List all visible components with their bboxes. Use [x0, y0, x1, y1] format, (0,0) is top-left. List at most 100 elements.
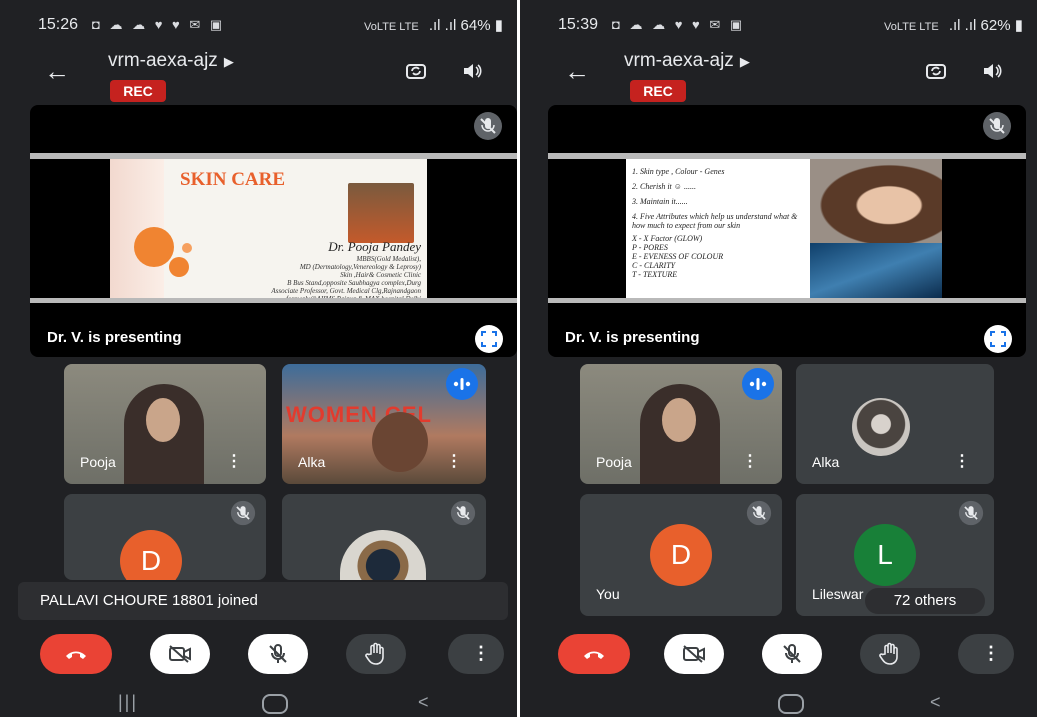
status-time: 15:39	[558, 16, 599, 33]
nav-back-icon[interactable]: <	[418, 692, 429, 713]
more-options-icon[interactable]: ⋮	[226, 454, 242, 470]
raise-hand-button[interactable]	[860, 634, 920, 674]
participant-tile[interactable]	[282, 494, 486, 580]
speaker-icon[interactable]	[461, 60, 483, 82]
caret-right-icon: ▶	[223, 54, 234, 69]
speaking-indicator	[446, 368, 478, 400]
presenter-photo	[348, 183, 414, 243]
notification-icons: ◘ ☁ ☁ ♥ ♥ ✉ ▣	[92, 17, 226, 32]
participant-tile[interactable]: Alka ⋮	[796, 364, 994, 484]
credential-line: Associate Professor, Govt. Medical Clg,R…	[271, 287, 421, 295]
recents-icon[interactable]: |||	[118, 692, 138, 713]
decor-dot-small	[182, 243, 192, 253]
bullet: P - PORES	[632, 243, 668, 252]
presentation-tile[interactable]: 1. Skin type , Colour - Genes 2. Cherish…	[548, 105, 1026, 357]
status-time: 15:26	[38, 16, 79, 33]
dna-photo	[810, 243, 942, 298]
meeting-code[interactable]: vrm-aexa-ajz ▶	[108, 50, 234, 72]
more-options-icon[interactable]: ⋮	[446, 454, 462, 470]
participant-face	[372, 412, 428, 472]
bullet: 1. Skin type , Colour - Genes	[632, 167, 725, 176]
raise-hand-button[interactable]	[346, 634, 406, 674]
notification-icons: ◘ ☁ ☁ ♥ ♥ ✉ ▣	[612, 17, 746, 32]
others-count-chip[interactable]: 72 others	[865, 588, 985, 614]
participant-tile[interactable]: D	[64, 494, 266, 580]
end-call-button[interactable]	[40, 634, 112, 674]
fullscreen-button[interactable]	[475, 325, 503, 353]
bullet: 3. Maintain it......	[632, 197, 688, 206]
more-options-button[interactable]: ⋮	[448, 634, 504, 674]
join-toast: PALLAVI CHOURE 18801 joined	[18, 582, 508, 620]
camera-toggle-button[interactable]	[664, 634, 724, 674]
participant-tile[interactable]: Pooja ⋮	[64, 364, 266, 484]
decor-dot-large	[134, 227, 174, 267]
status-right: VoLTE LTE .ıl .ıl 64% ▮	[364, 16, 503, 34]
shared-slide: SKIN CARE Dr. Pooja Pandey MBBS(Gold Med…	[30, 153, 517, 303]
android-nav-bar: ||| <	[0, 690, 517, 717]
more-options-icon[interactable]: ⋮	[954, 454, 970, 470]
toast-text: PALLAVI CHOURE 18801 joined	[40, 592, 258, 609]
back-arrow-icon[interactable]: ←	[564, 58, 590, 84]
hang-up-icon	[584, 651, 604, 659]
switch-camera-icon[interactable]	[405, 60, 427, 82]
avatar	[340, 530, 426, 580]
bullet: X - X Factor (GLOW)	[632, 234, 703, 243]
more-vert-icon: ⋮	[982, 643, 1000, 663]
participant-tile[interactable]: D You	[580, 494, 782, 616]
recording-badge: REC	[110, 80, 166, 102]
shared-slide: 1. Skin type , Colour - Genes 2. Cherish…	[548, 153, 1026, 303]
speaking-indicator	[742, 368, 774, 400]
participant-name: Alka	[812, 454, 840, 470]
slide-right-stripe	[942, 159, 1026, 298]
more-options-button[interactable]: ⋮	[958, 634, 1014, 674]
speaker-icon[interactable]	[981, 60, 1003, 82]
mic-toggle-button[interactable]	[762, 634, 822, 674]
slide-title: SKIN CARE	[180, 169, 286, 190]
mic-toggle-button[interactable]	[248, 634, 308, 674]
presenter-name: Dr. Pooja Pandey	[328, 239, 421, 254]
battery-icon: ▮	[494, 17, 503, 34]
battery-icon: ▮	[1014, 17, 1023, 34]
nav-back-icon[interactable]: <	[930, 692, 941, 713]
mic-muted-icon	[450, 500, 476, 526]
credential-line: B Bus Stand,opposite Saubhagya complex,D…	[287, 279, 421, 287]
left-screenshot: 15:26 ◘ ☁ ☁ ♥ ♥ ✉ ▣ VoLTE LTE .ıl .ıl 64…	[0, 0, 517, 717]
participant-name: Pooja	[596, 454, 632, 470]
signal-icon: .ıl .ıl	[948, 17, 977, 34]
home-icon[interactable]	[262, 694, 288, 714]
back-arrow-icon[interactable]: ←	[44, 58, 70, 84]
participant-tile[interactable]: WOMEN CEL Alka ⋮	[282, 364, 486, 484]
fullscreen-icon	[990, 331, 1006, 347]
camera-toggle-button[interactable]	[150, 634, 210, 674]
presentation-tile[interactable]: SKIN CARE Dr. Pooja Pandey MBBS(Gold Med…	[30, 105, 517, 357]
camera-off-icon	[683, 645, 705, 663]
presenting-label: Dr. V. is presenting	[565, 329, 700, 346]
end-call-button[interactable]	[558, 634, 630, 674]
participant-tile[interactable]: Pooja ⋮	[580, 364, 782, 484]
meeting-code[interactable]: vrm-aexa-ajz ▶	[624, 50, 750, 72]
audio-level-icon	[453, 378, 471, 390]
bullet: 4. Five Attributes which help us underst…	[632, 212, 798, 230]
home-icon[interactable]	[778, 694, 804, 714]
participant-face	[662, 398, 696, 442]
camera-off-icon	[169, 645, 191, 663]
participant-name: You	[596, 586, 620, 602]
status-bar: 15:39 ◘ ☁ ☁ ♥ ♥ ✉ ▣ VoLTE LTE .ıl .ıl 62…	[520, 16, 1037, 38]
more-options-icon[interactable]: ⋮	[742, 454, 758, 470]
switch-camera-icon[interactable]	[925, 60, 947, 82]
presenting-label: Dr. V. is presenting	[47, 329, 182, 346]
participant-name: Alka	[298, 454, 326, 470]
slide-left-stripe	[548, 159, 626, 298]
credentials: MBBS(Gold Medalist), MD (Dermatology,Ven…	[191, 255, 421, 303]
android-nav-bar: <	[520, 690, 1037, 717]
mic-muted-icon	[983, 112, 1011, 140]
avatar	[852, 398, 910, 456]
bullet: 2. Cherish it ☺ ......	[632, 182, 696, 191]
bullet: E - EVENESS OF COLOUR	[632, 252, 724, 261]
battery-level: 64%	[460, 17, 491, 34]
window-statusbar	[548, 298, 1026, 303]
face-photo	[810, 159, 942, 243]
credential-line: MBBS(Gold Medalist),	[356, 255, 421, 263]
hang-up-icon	[66, 651, 86, 659]
fullscreen-button[interactable]	[984, 325, 1012, 353]
